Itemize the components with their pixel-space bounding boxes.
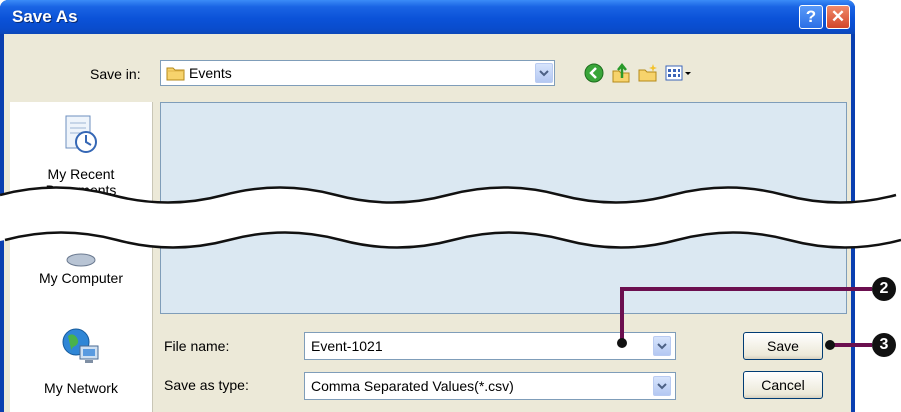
callout-line-2 xyxy=(620,287,872,343)
callout-step-2: 2 xyxy=(872,277,896,301)
callout-lines xyxy=(617,287,872,350)
callout-dot-3 xyxy=(825,340,835,350)
callout-step-3: 3 xyxy=(872,333,896,357)
callout-dot-2 xyxy=(617,338,627,348)
